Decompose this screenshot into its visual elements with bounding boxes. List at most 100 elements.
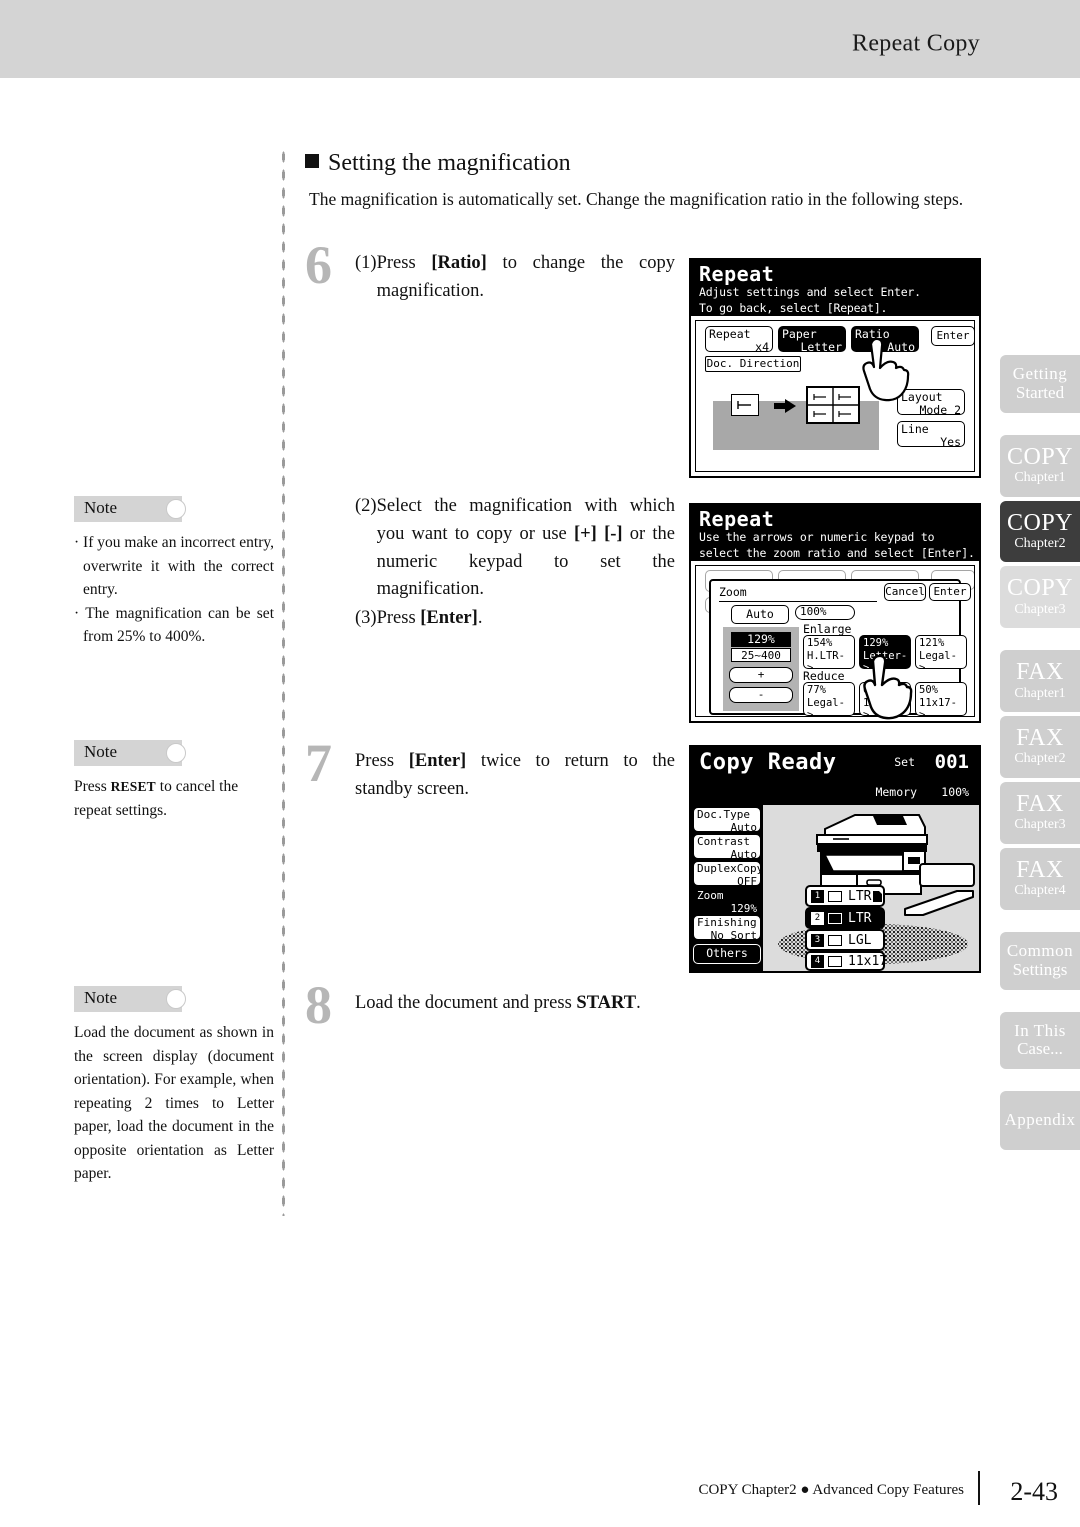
- doc-type-button[interactable]: Doc.Type Auto: [693, 807, 761, 832]
- note-body: Press RESET to cancel the repeat setting…: [74, 775, 274, 822]
- source-sheet-graphic: [731, 394, 759, 416]
- tab-fax-chapter3[interactable]: FAX Chapter3: [1000, 782, 1080, 844]
- section-heading-text: Setting the magnification: [328, 150, 571, 176]
- preset-from: Letter->: [863, 650, 908, 669]
- note-label: Note: [84, 988, 118, 1007]
- tab-label-line2: Case...: [1017, 1039, 1063, 1059]
- zoom-enter-button[interactable]: Enter: [929, 583, 971, 601]
- tab-group-getting-started: Getting Started: [1000, 355, 1080, 413]
- preset-from: 11x17->: [863, 697, 901, 716]
- note-line: Press RESET to cancel the repeat setting…: [74, 775, 274, 822]
- enlarge-preset-129[interactable]: 129% Letter-> 11x17: [859, 635, 911, 669]
- zoom-cancel-button[interactable]: Cancel: [884, 583, 926, 601]
- repeat-button[interactable]: Repeat x4: [705, 326, 773, 352]
- machine-illustration-area: 1 LTR 2 LTR 3 LGL 4 11x17: [763, 805, 979, 971]
- tray-label: LGL: [848, 932, 872, 948]
- step-body: Press [Enter] twice to return to the sta…: [355, 748, 675, 804]
- repeat-button-label: Repeat: [709, 327, 751, 341]
- lcd-header: Copy Ready Set 001 Memory 100%: [691, 747, 979, 805]
- others-label: Others: [706, 946, 748, 961]
- section-intro: The magnification is automatically set. …: [309, 189, 964, 209]
- ratio-button[interactable]: Ratio Auto: [851, 326, 919, 352]
- tab-label-line1: COPY: [1006, 509, 1074, 536]
- others-button[interactable]: Others: [693, 944, 761, 964]
- doc-direction-label: Doc. Direction: [706, 356, 800, 370]
- zoom-button[interactable]: Zoom 129%: [693, 888, 761, 913]
- finishing-value: No Sort: [710, 928, 757, 940]
- doc-direction-button[interactable]: Doc. Direction: [705, 356, 801, 372]
- chapter-tab-rail: Getting Started COPY Chapter1 COPY Chapt…: [1000, 355, 1080, 1172]
- lcd-copy-ready: Copy Ready Set 001 Memory 100% Doc.Type …: [689, 745, 981, 973]
- paper-button-label: Paper: [782, 327, 817, 341]
- reduce-preset-64[interactable]: 64% 11x17-> Letter: [859, 682, 911, 716]
- preset-percent: 129%: [863, 637, 889, 649]
- duplex-copy-button[interactable]: DuplexCopy OFF: [693, 861, 761, 886]
- finishing-button[interactable]: Finishing No Sort: [693, 915, 761, 940]
- zoom-100-button[interactable]: 100%: [795, 605, 855, 620]
- paper-tray-2[interactable]: 2 LTR: [805, 907, 885, 929]
- tab-fax-chapter4[interactable]: FAX Chapter4: [1000, 847, 1080, 910]
- tab-in-this-case[interactable]: In This Case...: [1000, 1011, 1080, 1070]
- zoom-range-label: 25~400: [731, 648, 791, 662]
- step-number: 8: [305, 975, 332, 1035]
- zoom-auto-button[interactable]: Auto: [731, 605, 789, 624]
- preset-from: H.LTR->: [807, 650, 845, 669]
- tab-getting-started[interactable]: Getting Started: [1000, 355, 1080, 413]
- memory-label: Memory: [875, 785, 917, 799]
- line-button[interactable]: Line Yes: [897, 421, 965, 447]
- zoom-minus-button[interactable]: -: [729, 687, 793, 703]
- paper-tray-4[interactable]: 4 11x17: [805, 951, 887, 971]
- reduce-preset-50[interactable]: 50% 11x17-> H.LTR: [915, 682, 967, 716]
- duplex-copy-label: DuplexCopy: [697, 862, 761, 875]
- preset-from: 11x17->: [919, 697, 957, 716]
- reduce-preset-77[interactable]: 77% Legal-> Letter: [803, 682, 855, 716]
- paper-tray-1[interactable]: 1 LTR: [805, 885, 885, 907]
- doc-type-value: Auto: [730, 820, 758, 832]
- doc-type-label: Doc.Type: [697, 808, 750, 821]
- tab-copy-chapter1[interactable]: COPY Chapter1: [1000, 434, 1080, 497]
- tray-index: 3: [811, 933, 824, 947]
- tab-appendix[interactable]: Appendix: [1000, 1091, 1080, 1151]
- footer-divider: [978, 1471, 980, 1505]
- step-number: 6: [305, 235, 332, 295]
- tab-common-settings[interactable]: Common Settings: [1000, 931, 1080, 990]
- enter-button[interactable]: Enter: [931, 326, 975, 346]
- note-body: · If you make an incorrect entry, overwr…: [74, 531, 274, 649]
- tray-label: LTR: [848, 910, 872, 926]
- tab-label-line2: Chapter3: [1014, 817, 1066, 833]
- zoom-dialog-divider: [719, 601, 877, 602]
- sheet-mark-icon: [737, 401, 751, 409]
- tab-copy-chapter3[interactable]: COPY Chapter3: [1000, 566, 1080, 629]
- zoom-minus-label: -: [757, 687, 765, 701]
- zoom-plus-label: +: [757, 667, 765, 681]
- page-number: 2-43: [1010, 1477, 1058, 1506]
- paper-tray-3[interactable]: 3 LGL: [805, 929, 885, 951]
- tab-fax-chapter1[interactable]: FAX Chapter1: [1000, 650, 1080, 713]
- enlarge-preset-121[interactable]: 121% Legal-> 11x17: [915, 635, 967, 669]
- step-text-a: Load the document and press: [355, 993, 577, 1013]
- zoom-plus-button[interactable]: +: [729, 667, 793, 683]
- duplex-copy-value: OFF: [737, 874, 757, 886]
- step-6-substep-2: (2) Select the magnification with which …: [355, 493, 675, 604]
- tab-fax-chapter2[interactable]: FAX Chapter2: [1000, 716, 1080, 779]
- step-number: 7: [305, 733, 332, 793]
- substep-text-a: Press: [376, 253, 432, 273]
- memory-value: 100%: [941, 785, 969, 799]
- paper-button[interactable]: Paper Letter: [778, 326, 846, 352]
- tab-label-line1: Appendix: [1004, 1110, 1076, 1130]
- enlarge-preset-154[interactable]: 154% H.LTR-> Legal: [803, 635, 855, 669]
- lcd-subtitle-line1: Adjust settings and select Enter.: [699, 285, 921, 299]
- zoom-100-label: 100%: [800, 605, 827, 619]
- zoom-dialog-panel: Zoom Cancel Enter Auto 100% 129% 25~400 …: [709, 579, 971, 720]
- step-text-a: Press: [355, 751, 409, 771]
- step-6: 6 (1) Press [Ratio] to change the copy m…: [305, 238, 675, 306]
- note-line: · If you make an incorrect entry, overwr…: [74, 534, 274, 599]
- arrow-head-icon: [785, 399, 796, 413]
- contrast-button[interactable]: Contrast Auto: [693, 834, 761, 859]
- layout-button[interactable]: Layout Mode 2: [897, 389, 965, 415]
- note-line: · The magnification can be set from 25% …: [74, 604, 274, 646]
- tab-copy-chapter2[interactable]: COPY Chapter2: [1000, 500, 1080, 563]
- substep-label: (3): [355, 608, 377, 628]
- paper-icon: [828, 955, 842, 967]
- note-header: Note: [74, 740, 186, 766]
